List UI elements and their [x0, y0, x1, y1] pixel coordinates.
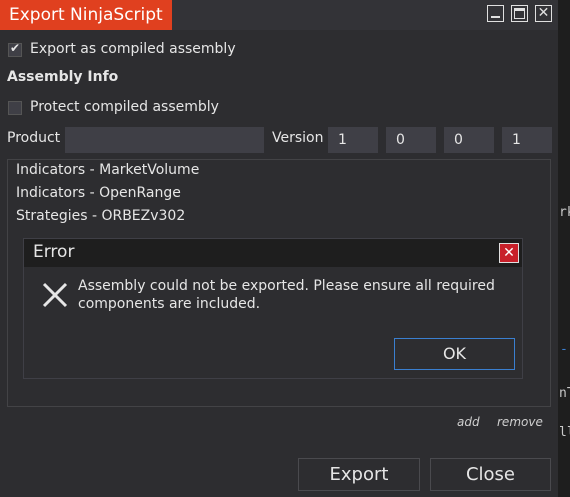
- window-title: Export NinjaScript: [0, 0, 172, 30]
- protect-assembly-label: Protect compiled assembly: [30, 99, 219, 115]
- assembly-info-heading: Assembly Info: [7, 69, 119, 85]
- checkmark-icon: ✔: [10, 41, 21, 55]
- version-major-input[interactable]: 1: [328, 127, 378, 153]
- product-label: Product: [7, 130, 61, 146]
- list-item[interactable]: Indicators - OpenRange: [16, 185, 181, 201]
- product-input[interactable]: [65, 127, 264, 153]
- version-label: Version: [272, 130, 324, 146]
- version-minor-input[interactable]: 0: [386, 127, 436, 153]
- close-button[interactable]: Close: [430, 458, 551, 491]
- version-revision-input[interactable]: 1: [502, 127, 552, 153]
- error-x-icon: [42, 282, 68, 308]
- remove-link[interactable]: remove: [497, 415, 543, 429]
- background-text-fragment: -: [560, 342, 568, 357]
- ok-button[interactable]: OK: [394, 338, 515, 370]
- add-link[interactable]: add: [457, 415, 480, 429]
- maximize-button[interactable]: [511, 5, 528, 22]
- background-text-fragment: nT: [559, 386, 570, 401]
- error-close-button[interactable]: ✕: [499, 243, 519, 263]
- error-message: Assembly could not be exported. Please e…: [78, 278, 495, 312]
- error-dialog: Error ✕ Assembly could not be exported. …: [23, 238, 523, 379]
- background-text-fragment: rk: [559, 205, 570, 220]
- list-item[interactable]: Strategies - ORBEZv302: [16, 208, 185, 224]
- close-window-button[interactable]: ✕: [535, 5, 552, 22]
- protect-assembly-checkbox[interactable]: [8, 101, 22, 115]
- background-text-fragment: ll: [559, 425, 570, 440]
- minimize-button[interactable]: [487, 5, 504, 22]
- error-dialog-title-bar: [24, 239, 522, 267]
- export-button[interactable]: Export: [298, 458, 420, 491]
- export-compiled-label: Export as compiled assembly: [30, 41, 236, 57]
- error-dialog-title: Error: [33, 242, 75, 262]
- export-compiled-checkbox[interactable]: ✔: [8, 41, 22, 57]
- background-window-strip: [558, 0, 570, 497]
- version-build-input[interactable]: 0: [444, 127, 494, 153]
- list-item[interactable]: Indicators - MarketVolume: [16, 162, 199, 178]
